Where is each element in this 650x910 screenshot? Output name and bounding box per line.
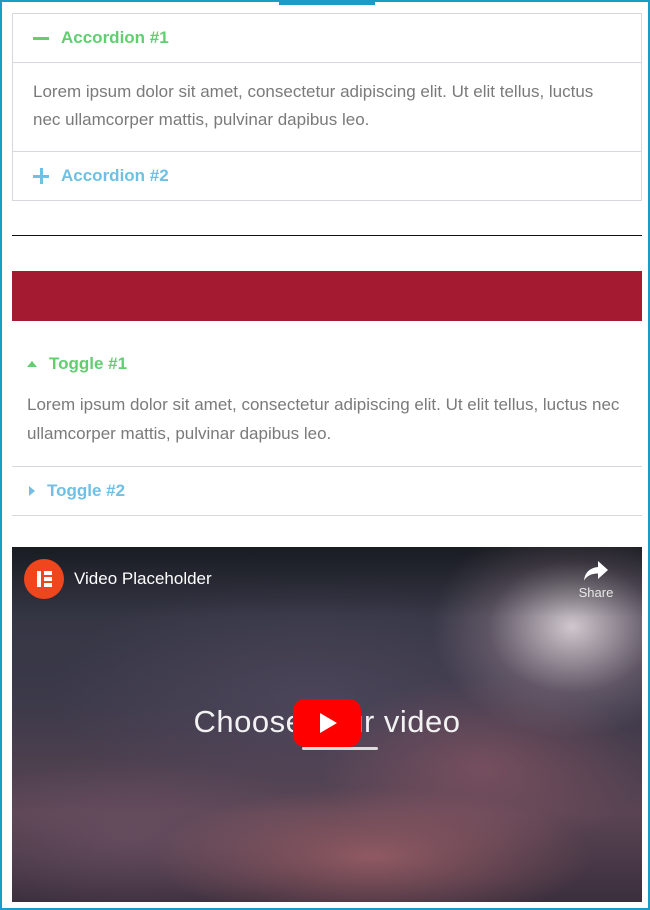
- video-title[interactable]: Video Placeholder: [74, 569, 212, 589]
- toggle-item-2: Toggle #2: [12, 467, 642, 516]
- video-embed[interactable]: Video Placeholder Share Choose your vide…: [12, 547, 642, 902]
- active-tab-indicator: [279, 2, 375, 5]
- toggle-item-2-label: Toggle #2: [47, 481, 126, 500]
- accordion-item-1-title[interactable]: Accordion #1: [13, 14, 641, 62]
- channel-logo-icon[interactable]: [24, 559, 64, 599]
- accordion-item-2-label: Accordion #2: [61, 166, 169, 185]
- share-label: Share: [578, 585, 614, 600]
- caret-up-icon: [27, 361, 37, 367]
- page-frame: Accordion #1 Lorem ipsum dolor sit amet,…: [0, 0, 650, 910]
- toggle-item-1-title[interactable]: Toggle #1: [12, 340, 642, 388]
- toggle-item-2-title[interactable]: Toggle #2: [12, 467, 642, 515]
- toggle: Toggle #1 Lorem ipsum dolor sit amet, co…: [12, 340, 642, 516]
- accordion-item-2-title[interactable]: Accordion #2: [13, 152, 641, 200]
- play-button[interactable]: [293, 699, 361, 747]
- accordion-item-1-label: Accordion #1: [61, 28, 169, 47]
- text-underline: [302, 747, 378, 750]
- toggle-item-1-content: Lorem ipsum dolor sit amet, consectetur …: [12, 388, 642, 467]
- divider: [12, 235, 642, 236]
- share-button[interactable]: Share: [572, 561, 620, 600]
- red-banner: [12, 271, 642, 321]
- accordion-item-1-content: Lorem ipsum dolor sit amet, consectetur …: [13, 62, 641, 152]
- plus-icon: [33, 168, 49, 184]
- play-icon: [320, 713, 337, 733]
- share-arrow-icon: [584, 561, 608, 581]
- accordion: Accordion #1 Lorem ipsum dolor sit amet,…: [12, 13, 642, 201]
- caret-right-icon: [29, 486, 35, 496]
- minus-icon: [33, 30, 49, 46]
- toggle-item-1-label: Toggle #1: [49, 354, 128, 373]
